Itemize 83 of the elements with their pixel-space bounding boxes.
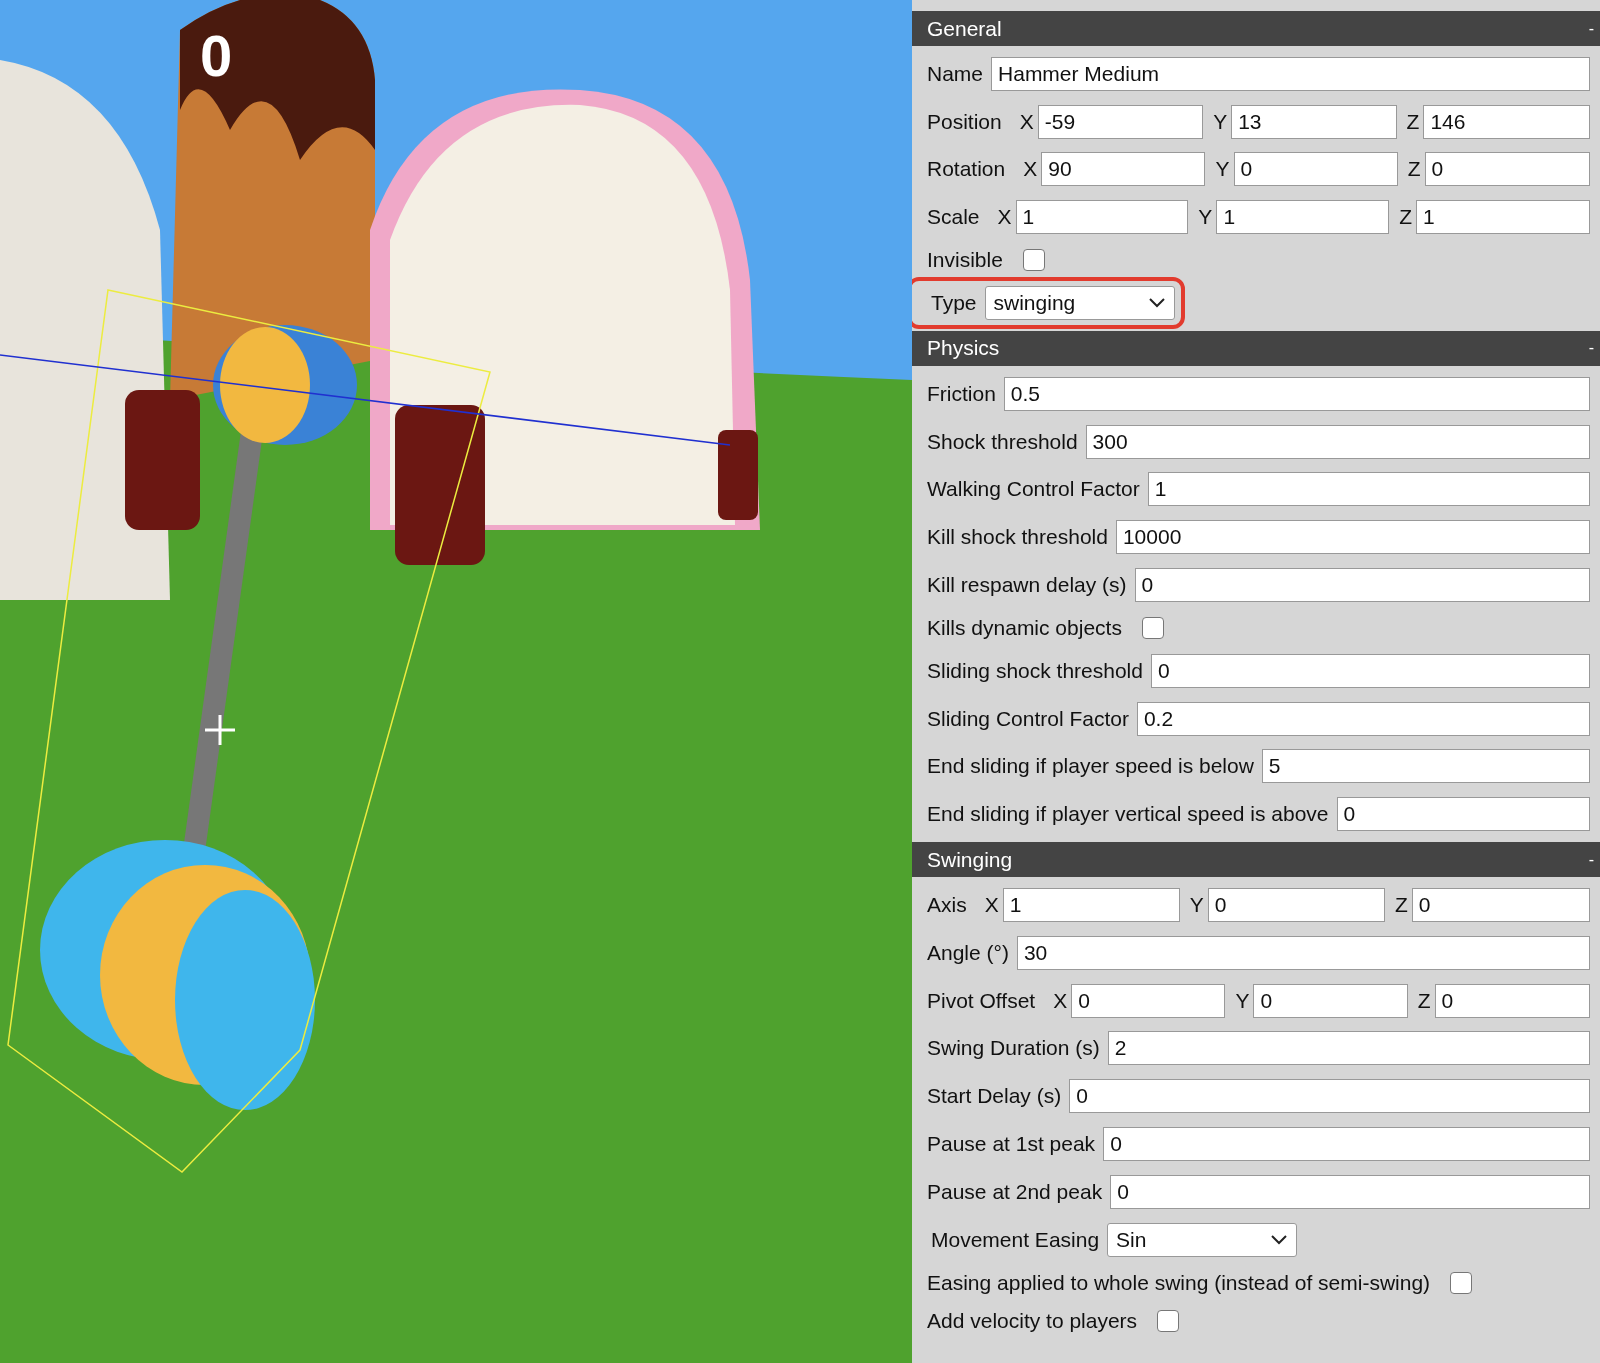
score-counter: 0 xyxy=(200,22,233,89)
field-label: Name xyxy=(927,61,984,86)
axis-label: Y xyxy=(1198,205,1213,230)
checkbox[interactable] xyxy=(1450,1271,1473,1294)
input-field[interactable]: 1 xyxy=(1147,472,1590,507)
field-label: Scale xyxy=(927,205,980,230)
field-label: End sliding if player speed is below xyxy=(927,754,1254,779)
input-field[interactable]: 0 xyxy=(1233,152,1398,187)
field-label: Add velocity to players xyxy=(927,1308,1138,1333)
section-header[interactable]: Swinging - xyxy=(912,842,1600,878)
input-field[interactable]: Hammer Medium xyxy=(991,56,1590,91)
axis-label: Y xyxy=(1235,988,1250,1013)
field-label: Pause at 1st peak xyxy=(927,1132,1096,1157)
field-label: Invisible xyxy=(927,248,1003,273)
axis-label: Y xyxy=(1189,893,1204,918)
input-field[interactable]: 0 xyxy=(1336,797,1590,832)
axis-label: Z xyxy=(1406,109,1420,134)
field-label: Easing applied to whole swing (instead of semi-swing) xyxy=(927,1270,1431,1295)
input-field[interactable]: 146 xyxy=(1423,104,1590,139)
axis-label: Z xyxy=(1407,157,1421,182)
axis-label: X xyxy=(997,205,1012,230)
checkbox[interactable] xyxy=(1022,249,1045,272)
checkbox[interactable] xyxy=(1157,1309,1180,1332)
axis-label: Z xyxy=(1399,205,1412,230)
field-label: Kill shock threshold xyxy=(927,525,1108,550)
section-header[interactable]: General - xyxy=(912,11,1600,46)
input-field[interactable]: 10000 xyxy=(1115,520,1590,555)
input-field[interactable]: -59 xyxy=(1037,104,1204,139)
axis-label: Y xyxy=(1213,109,1228,134)
field-label: Friction xyxy=(927,381,996,406)
field-label: Shock threshold xyxy=(927,429,1078,454)
field-label: Movement Easing xyxy=(931,1227,1100,1252)
field-label: Type xyxy=(931,291,977,316)
axis-label: X xyxy=(984,893,999,918)
input-field[interactable]: 0 xyxy=(1134,568,1590,603)
input-field[interactable]: 1 xyxy=(1416,200,1590,235)
input-field[interactable]: 0 xyxy=(1150,653,1590,688)
field-label: Start Delay (s) xyxy=(927,1084,1062,1109)
axis-label: Y xyxy=(1215,157,1230,182)
input-field[interactable]: 0 xyxy=(1071,983,1226,1018)
axis-label: Z xyxy=(1394,893,1408,918)
field-label: Walking Control Factor xyxy=(927,477,1140,502)
input-field[interactable]: 0 xyxy=(1069,1079,1590,1114)
axis-label: X xyxy=(1023,157,1038,182)
field-label: Angle (°) xyxy=(927,940,1009,965)
input-field[interactable]: 300 xyxy=(1085,424,1590,459)
field-label: Rotation xyxy=(927,157,1006,182)
input-field[interactable]: 1 xyxy=(1015,200,1189,235)
input-field[interactable]: 5 xyxy=(1261,749,1590,784)
axis-label: X xyxy=(1019,109,1034,134)
field-label: Pivot Offset xyxy=(927,988,1036,1013)
axis-label: Z xyxy=(1417,988,1431,1013)
field-label: Sliding Control Factor xyxy=(927,706,1129,731)
dropdown[interactable]: swinging xyxy=(984,286,1175,321)
input-field[interactable]: 90 xyxy=(1041,152,1206,187)
section-header[interactable]: Physics - xyxy=(912,331,1600,366)
input-field[interactable]: 0.5 xyxy=(1003,376,1590,411)
field-label: Pause at 2nd peak xyxy=(927,1179,1103,1204)
input-field[interactable]: 0.2 xyxy=(1136,701,1590,736)
input-field[interactable]: 0 xyxy=(1110,1174,1590,1209)
input-field[interactable]: 0 xyxy=(1424,152,1590,187)
dropdown[interactable]: Sin xyxy=(1107,1222,1298,1257)
chevron-down-icon xyxy=(1147,297,1166,310)
field-label: Kill respawn delay (s) xyxy=(927,573,1127,598)
input-field[interactable]: 0 xyxy=(1207,888,1385,923)
input-field[interactable]: 2 xyxy=(1107,1031,1590,1066)
input-field[interactable]: 1 xyxy=(1216,200,1390,235)
input-field[interactable]: 0 xyxy=(1253,983,1408,1018)
input-field[interactable]: 13 xyxy=(1231,104,1397,139)
checkbox[interactable] xyxy=(1141,616,1164,639)
input-field[interactable]: 30 xyxy=(1016,935,1590,970)
axis-label: X xyxy=(1053,988,1068,1013)
field-label: Kills dynamic objects xyxy=(927,615,1122,640)
input-field[interactable]: 0 xyxy=(1411,888,1590,923)
input-field[interactable]: 0 xyxy=(1434,983,1590,1018)
field-label: End sliding if player vertical speed is above xyxy=(927,802,1329,827)
chevron-down-icon xyxy=(1270,1233,1289,1246)
field-label: Axis xyxy=(927,893,967,918)
field-label: Position xyxy=(927,109,1002,134)
field-label: Sliding shock threshold xyxy=(927,658,1143,683)
input-field[interactable]: 0 xyxy=(1103,1127,1590,1162)
field-label: Swing Duration (s) xyxy=(927,1036,1100,1061)
input-field[interactable]: 1 xyxy=(1002,888,1180,923)
